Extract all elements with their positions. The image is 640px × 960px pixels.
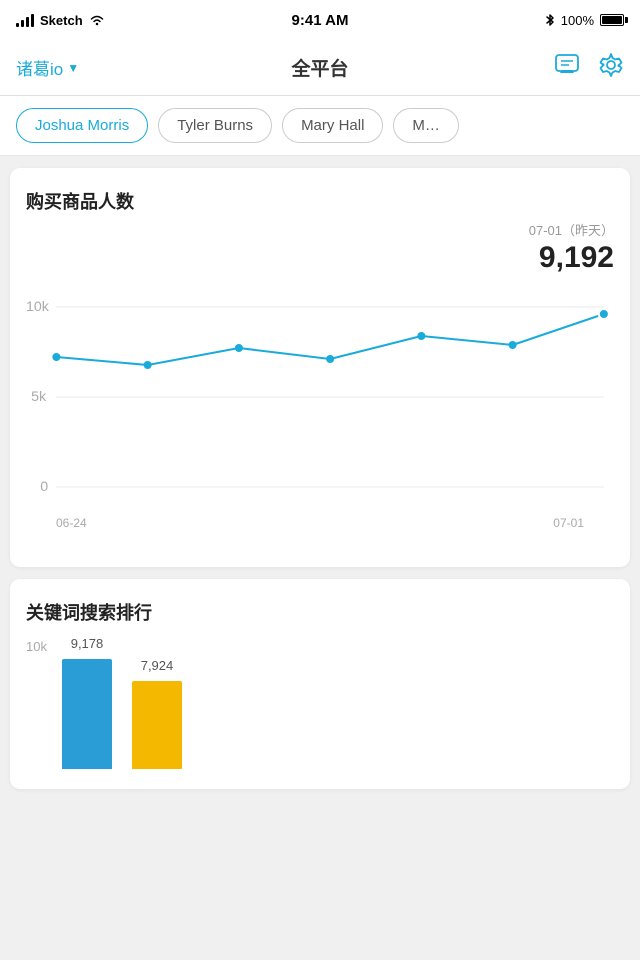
x-label-start: 06-24 bbox=[56, 516, 87, 530]
bar-2-rect bbox=[132, 681, 182, 769]
line-chart-svg: 10k 5k 0 bbox=[26, 287, 614, 507]
tab-tyler-burns[interactable]: Tyler Burns bbox=[158, 108, 272, 143]
bar-2-label: 7,924 bbox=[141, 658, 174, 673]
nav-bar: 诸葛io ▼ 全平台 bbox=[0, 40, 640, 96]
brand-nav[interactable]: 诸葛io ▼ bbox=[16, 55, 79, 80]
status-bar: Sketch 9:41 AM 100% bbox=[0, 0, 640, 40]
purchase-card: 购买商品人数 07-01（昨天） 9,192 10k 5k 0 bbox=[10, 168, 630, 567]
message-button[interactable] bbox=[554, 53, 580, 83]
purchase-chart: 10k 5k 0 06-24 07-01 bbox=[26, 287, 614, 547]
wifi-icon bbox=[89, 13, 105, 27]
purchase-title: 购买商品人数 bbox=[26, 188, 614, 214]
settings-button[interactable] bbox=[598, 52, 624, 84]
bar-1-label: 9,178 bbox=[71, 636, 104, 651]
signal-icon bbox=[16, 13, 34, 27]
tab-more[interactable]: M… bbox=[393, 108, 459, 143]
dropdown-icon: ▼ bbox=[67, 61, 79, 75]
brand-name: 诸葛io bbox=[16, 55, 63, 80]
battery-icon bbox=[600, 14, 624, 26]
nav-actions bbox=[554, 52, 624, 84]
purchase-date: 07-01（昨天） bbox=[26, 220, 614, 239]
bar-1: 9,178 bbox=[62, 636, 112, 769]
chart-x-labels: 06-24 07-01 bbox=[26, 512, 614, 530]
status-right: 100% bbox=[545, 13, 624, 28]
carrier-label: Sketch bbox=[40, 13, 83, 28]
message-icon bbox=[554, 53, 580, 77]
status-left: Sketch bbox=[16, 13, 105, 28]
keyword-card: 关键词搜索排行 10k x 9,178 7,924 bbox=[10, 579, 630, 789]
purchase-value: 9,192 bbox=[26, 241, 614, 275]
bar-1-rect bbox=[62, 659, 112, 769]
gear-icon bbox=[598, 52, 624, 78]
keyword-title: 关键词搜索排行 bbox=[26, 599, 614, 625]
svg-text:5k: 5k bbox=[31, 388, 47, 404]
bluetooth-icon bbox=[545, 13, 555, 27]
status-time: 9:41 AM bbox=[292, 12, 349, 29]
nav-title: 全平台 bbox=[291, 54, 348, 81]
tab-joshua-morris[interactable]: Joshua Morris bbox=[16, 108, 148, 143]
bar-2: 7,924 bbox=[132, 658, 182, 769]
keyword-y-label: 10k bbox=[26, 639, 47, 654]
battery-percent: 100% bbox=[561, 13, 594, 28]
svg-text:10k: 10k bbox=[26, 298, 50, 314]
tabs-row: Joshua Morris Tyler Burns Mary Hall M… bbox=[0, 96, 640, 156]
svg-text:0: 0 bbox=[40, 478, 48, 494]
tab-mary-hall[interactable]: Mary Hall bbox=[282, 108, 383, 143]
x-label-end: 07-01 bbox=[553, 516, 584, 530]
